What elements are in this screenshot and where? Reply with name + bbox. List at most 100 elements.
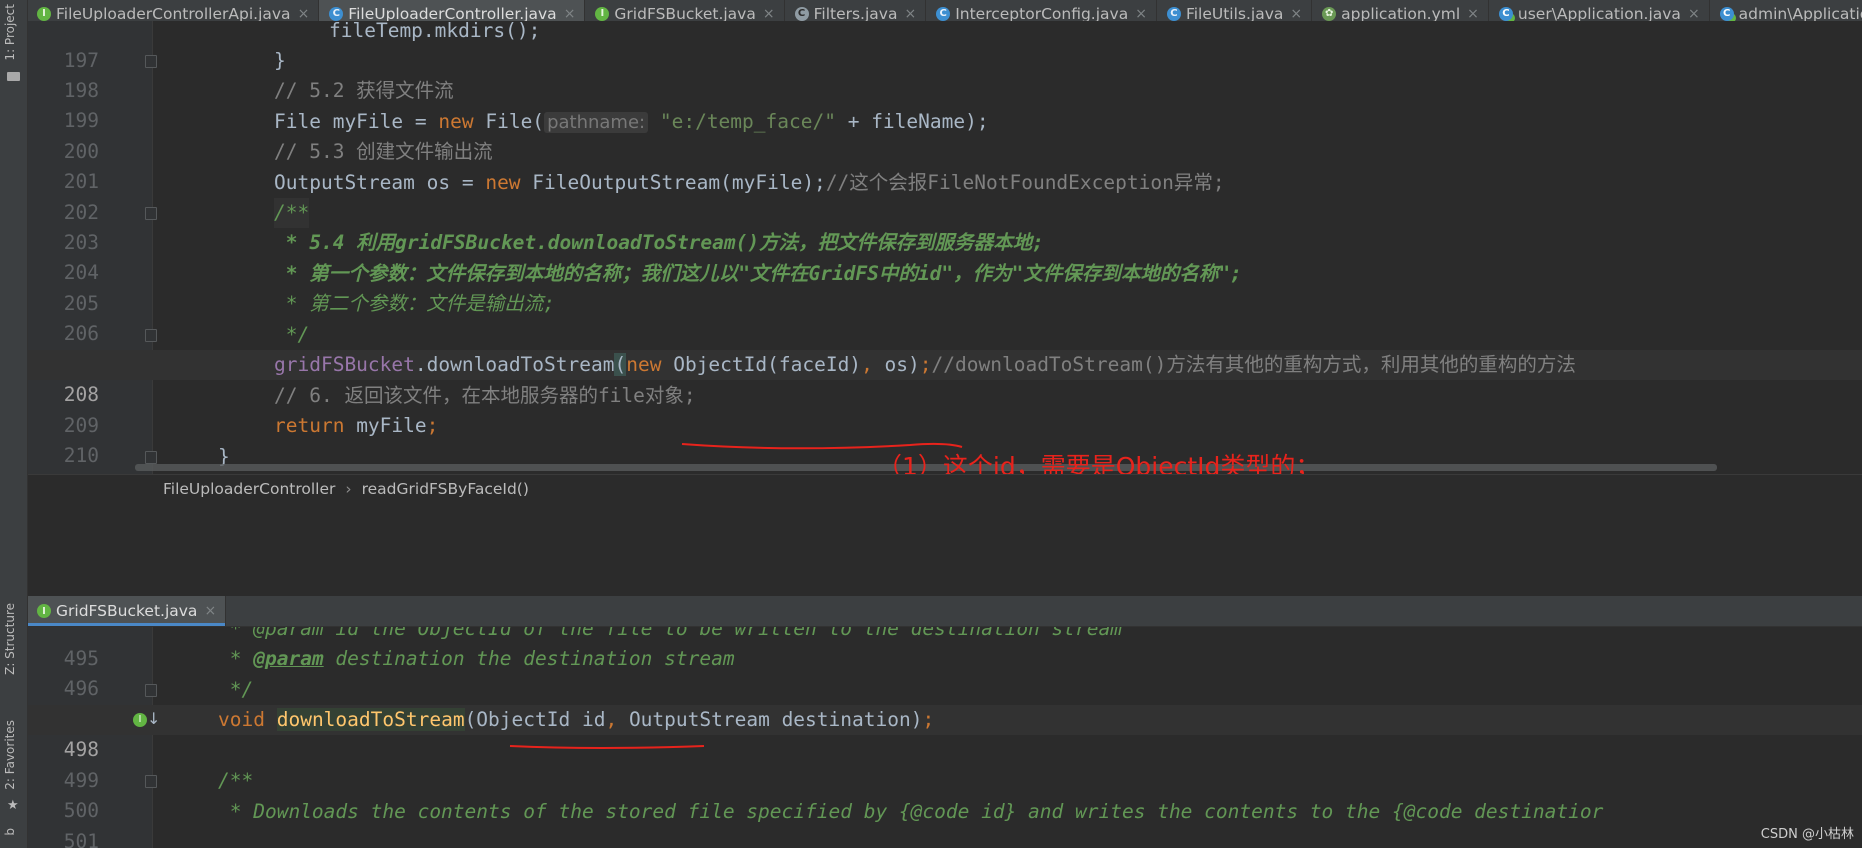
code-line: 499 <box>27 736 1862 792</box>
favorites-tool-button[interactable]: 2: Favorites <box>3 720 17 790</box>
keyword-token: new <box>438 110 474 133</box>
close-icon[interactable]: × <box>763 6 775 22</box>
doc-comment: * 第二个参数：文件是输出流; <box>274 292 555 315</box>
class-icon: C <box>329 6 344 21</box>
code-line: 209 // 6. 返回该文件，在本地服务器的file对象; <box>27 381 1862 437</box>
tab-label: FileUploaderController.java <box>348 4 557 23</box>
fold-marker-icon[interactable] <box>145 451 157 464</box>
doc-token: * <box>218 647 254 670</box>
code-line: 207 */ <box>27 320 1862 376</box>
code-text: return myFile; <box>274 411 438 441</box>
code-comment: // 5.2 获得文件流 <box>274 79 454 102</box>
code-token: (ObjectId id <box>464 708 606 731</box>
code-line: 496 * @param destination the destination… <box>27 644 1862 700</box>
code-token: FileOutputStream(myFile); <box>520 171 826 194</box>
string-token: "e:/temp_face/" <box>659 110 836 133</box>
bottom-tool-button[interactable]: b <box>3 828 17 836</box>
class-icon: C <box>794 6 809 21</box>
doc-tag: @param <box>253 647 324 670</box>
bottom-editor[interactable]: 495 * @param id the ObjectId of the file… <box>27 627 1862 848</box>
code-comment: //这个会报FileNotFoundException异常; <box>825 171 1225 194</box>
code-token: , <box>605 708 618 731</box>
doc-comment: * Downloads the contents of the stored f… <box>218 800 1604 823</box>
doc-comment: * 第一个参数：文件保存到本地的名称；我们这儿以"文件在GridFS中的id"，… <box>274 262 1242 285</box>
keyword-token: new <box>626 353 662 376</box>
code-token: OutputStream os = <box>274 171 486 194</box>
top-editor[interactable]: 197 fileTemp.mkdirs(); 198 } 199 // 5.2 … <box>27 21 1862 474</box>
keyword-token: void <box>218 708 265 731</box>
doc-comment: * 5.4 利用gridFSBucket.downloadToStream()方… <box>274 231 1044 254</box>
code-text: OutputStream os = new FileOutputStream(m… <box>274 168 1225 198</box>
tab-label: user\Application.java <box>1517 4 1681 23</box>
code-line: 497 */ <box>27 675 1862 731</box>
class-icon: C <box>936 6 951 21</box>
code-line: 198 } <box>27 46 1862 102</box>
yml-icon: ✿ <box>1322 6 1337 21</box>
code-text: void downloadToStream(ObjectId id, Outpu… <box>218 705 934 735</box>
method-token: downloadToStream <box>426 353 615 376</box>
doc-comment: /** <box>218 769 254 792</box>
close-icon[interactable]: × <box>904 6 916 22</box>
code-line: 199 // 5.2 获得文件流 <box>27 76 1862 132</box>
tab-label: GridFSBucket.java <box>56 602 198 620</box>
fold-marker-icon[interactable] <box>145 207 157 220</box>
code-comment: // 6. 返回该文件，在本地服务器的file对象; <box>274 384 696 407</box>
close-icon[interactable]: × <box>1290 6 1302 22</box>
code-line: 495 * @param id the ObjectId of the file… <box>27 627 1862 670</box>
code-line: 202 OutputStream os = new FileOutputStre… <box>27 168 1862 224</box>
fold-marker-icon[interactable] <box>145 329 157 342</box>
code-token: OutputStream destination) <box>617 708 923 731</box>
interface-icon: I <box>37 6 51 21</box>
line-number: 501 <box>63 830 99 848</box>
code-text: fileTemp.mkdirs(); <box>329 21 541 42</box>
keyword-token: new <box>485 171 521 194</box>
close-icon[interactable]: × <box>1467 6 1479 22</box>
close-icon[interactable]: × <box>1688 6 1700 22</box>
folder-icon[interactable] <box>7 72 20 81</box>
watermark: CSDN @小枯林 <box>1760 827 1854 842</box>
bottom-editor-tab-bar: I GridFSBucket.java × <box>27 596 1862 627</box>
code-token: ; <box>426 414 439 437</box>
doc-comment: * @param id the ObjectId of the file to … <box>218 627 1122 640</box>
code-token: ; <box>922 708 935 731</box>
breadcrumb-method[interactable]: readGridFSByFaceId() <box>362 480 529 498</box>
code-line: 197 fileTemp.mkdirs(); <box>27 21 1862 72</box>
code-line: 501 * Downloads the contents of the stor… <box>27 797 1862 848</box>
code-token: File( <box>473 110 545 133</box>
code-line: 200 File myFile = new File(pathname: "e:… <box>27 107 1862 163</box>
tool-window-strip: 1: Project Z: Structure 2: Favorites ★ b <box>0 0 28 848</box>
doc-comment: * @param destination the destination str… <box>218 644 735 674</box>
fold-marker-icon[interactable] <box>145 684 157 697</box>
code-line-current: 498 I ↓ void downloadToStream(ObjectId i… <box>27 704 1862 761</box>
tab-label: InterceptorConfig.java <box>955 4 1129 23</box>
breadcrumb-class[interactable]: FileUploaderController <box>163 480 335 498</box>
close-icon[interactable]: × <box>298 6 310 22</box>
close-icon[interactable]: × <box>1135 6 1147 22</box>
interface-icon: I <box>37 604 51 618</box>
code-comment: // 5.3 创建文件输出流 <box>274 140 493 163</box>
code-line: 205 * 第一个参数：文件保存到本地的名称；我们这儿以"文件在GridFS中的… <box>27 259 1862 315</box>
code-line-current: 208 gridFSBucket.downloadToStream(new Ob… <box>27 350 1862 406</box>
implemented-icon[interactable]: I <box>133 713 147 727</box>
structure-tool-button[interactable]: Z: Structure <box>3 603 17 675</box>
code-line: 204 * 5.4 利用gridFSBucket.downloadToStrea… <box>27 228 1862 284</box>
star-icon[interactable]: ★ <box>7 799 20 812</box>
project-tool-button[interactable]: 1: Project <box>3 4 17 61</box>
tab-gridfsbucket-bottom[interactable]: I GridFSBucket.java × <box>27 596 227 626</box>
doc-comment: */ <box>218 678 254 701</box>
close-icon[interactable]: × <box>204 603 216 619</box>
paren-token: ( <box>614 353 627 376</box>
tab-label: FileUploaderControllerApi.java <box>56 4 291 23</box>
code-line: 210 return myFile; <box>27 411 1862 467</box>
close-icon[interactable]: × <box>564 6 576 22</box>
fold-marker-icon[interactable] <box>145 55 157 68</box>
doc-comment: */ <box>274 323 310 346</box>
fold-marker-icon[interactable] <box>145 775 157 788</box>
spring-app-icon: C <box>1719 6 1734 21</box>
tab-label: GridFSBucket.java <box>614 4 756 23</box>
tab-label: FileUtils.java <box>1185 4 1284 23</box>
code-comment: //downloadToStream()方法有其他的重构方式，利用其他的重构的方… <box>931 353 1576 376</box>
code-token: os) <box>872 353 920 376</box>
arrow-down-icon[interactable]: ↓ <box>147 704 160 734</box>
interface-icon: I <box>595 6 610 21</box>
